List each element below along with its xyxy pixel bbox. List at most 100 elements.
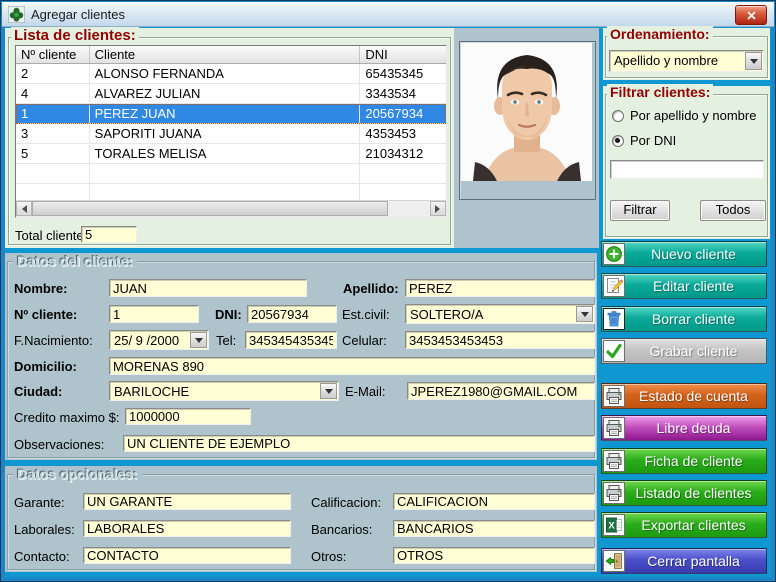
dni-input[interactable]	[247, 305, 337, 323]
check-icon	[605, 342, 623, 360]
nombre-input[interactable]	[109, 279, 307, 297]
lista-title: Lista de clientes:	[11, 27, 139, 44]
app-clover-icon	[8, 6, 25, 23]
grabar-cliente-button[interactable]: Grabar cliente	[601, 338, 767, 364]
credito-label: Credito maximo $:	[14, 410, 119, 425]
calificacion-input[interactable]	[393, 493, 595, 510]
domicilio-label: Domicilio:	[14, 359, 77, 374]
portrait-photo	[461, 43, 592, 181]
radio-por-apellido[interactable]	[612, 110, 624, 122]
apellido-label: Apellido:	[343, 281, 399, 296]
cell-cliente: PEREZ JUAN	[90, 104, 361, 123]
ficha-de-cliente-button[interactable]: Ficha de cliente	[601, 448, 767, 474]
tel-input[interactable]	[245, 331, 337, 349]
laborales-input[interactable]	[83, 520, 291, 537]
printer-icon	[605, 484, 623, 502]
header-num-cliente[interactable]: Nº cliente	[16, 46, 90, 63]
clientes-table: Nº cliente Cliente DNI 2 ALONSO FERNANDA…	[15, 45, 447, 218]
fnacimiento-value: 25/ 9 /2000	[114, 333, 188, 348]
ordenamiento-panel: Ordenamiento: Apellido y nombre	[603, 28, 770, 80]
fnacimiento-dropdown-button[interactable]	[190, 332, 207, 348]
ordenamiento-combobox[interactable]: Apellido y nombre	[609, 50, 764, 72]
otros-label: Otros:	[311, 549, 346, 564]
filtrar-search-input[interactable]	[610, 160, 764, 179]
table-header: Nº cliente Cliente DNI	[16, 46, 446, 64]
contacto-input[interactable]	[83, 547, 291, 564]
table-row[interactable]: 3 SAPORITI JUANA 4353453	[16, 124, 446, 144]
ciudad-combobox[interactable]: BARILOCHE	[109, 381, 339, 401]
cerrar-pantalla-button[interactable]: Cerrar pantalla	[601, 548, 767, 574]
observaciones-label: Observaciones:	[14, 437, 104, 452]
radio-por-dni-label[interactable]: Por DNI	[630, 133, 676, 148]
nuevo-cliente-button[interactable]: Nuevo cliente	[601, 241, 767, 267]
editar-cliente-button[interactable]: Editar cliente	[601, 273, 767, 299]
estcivil-selected-value: SOLTERO/A	[410, 307, 574, 322]
table-row[interactable]: 2 ALONSO FERNANDA 65435345	[16, 64, 446, 84]
horizontal-scrollbar[interactable]	[16, 200, 446, 217]
credito-input[interactable]	[125, 408, 251, 425]
nro-cliente-input[interactable]	[109, 305, 199, 323]
scroll-left-button[interactable]	[16, 201, 32, 216]
arrow-left-icon	[18, 205, 27, 213]
datos-cliente-title: Datos del cliente:	[13, 253, 137, 269]
estado-de-cuenta-button[interactable]: Estado de cuenta	[601, 383, 767, 409]
ciudad-dropdown-button[interactable]	[320, 383, 337, 399]
garante-input[interactable]	[83, 493, 291, 510]
pencil-icon	[605, 277, 623, 295]
nro-cliente-label: Nº cliente:	[14, 307, 77, 322]
fnacimiento-label: F.Nacimiento:	[14, 333, 93, 348]
arrow-right-icon	[435, 205, 444, 213]
garante-label: Garante:	[14, 495, 65, 510]
celular-input[interactable]	[405, 331, 595, 349]
cell-cliente: ALVAREZ JULIAN	[90, 84, 361, 103]
close-icon	[747, 11, 756, 20]
radio-por-apellido-label[interactable]: Por apellido y nombre	[630, 108, 756, 123]
apellido-input[interactable]	[405, 279, 595, 297]
printer-icon	[605, 419, 623, 437]
trash-icon	[605, 310, 623, 328]
exportar-clientes-button[interactable]: X Exportar clientes	[601, 512, 767, 538]
ordenamiento-dropdown-button[interactable]	[745, 52, 762, 70]
bancarios-label: Bancarios:	[311, 522, 372, 537]
cell-num: 5	[16, 144, 90, 163]
estcivil-combobox[interactable]: SOLTERO/A	[405, 304, 595, 324]
laborales-label: Laborales:	[14, 522, 75, 537]
close-button[interactable]	[735, 5, 767, 25]
filtrar-title: Filtrar clientes:	[607, 84, 713, 100]
bancarios-input[interactable]	[393, 520, 595, 537]
table-row[interactable]: 4 ALVAREZ JULIAN 3343534	[16, 84, 446, 104]
scrollbar-thumb[interactable]	[32, 201, 388, 216]
header-dni[interactable]: DNI	[360, 46, 446, 63]
cell-num: 1	[16, 104, 90, 123]
dni-label: DNI:	[215, 307, 242, 322]
cell-cliente: ALONSO FERNANDA	[90, 64, 361, 83]
cell-cliente: SAPORITI JUANA	[90, 124, 361, 143]
domicilio-input[interactable]	[109, 357, 595, 375]
scroll-right-button[interactable]	[430, 201, 446, 216]
contacto-label: Contacto:	[14, 549, 70, 564]
table-row[interactable]: 5 TORALES MELISA 21034312	[16, 144, 446, 164]
ordenamiento-selected-value: Apellido y nombre	[614, 53, 743, 68]
header-cliente[interactable]: Cliente	[90, 46, 361, 63]
todos-button[interactable]: Todos	[700, 200, 766, 221]
nombre-label: Nombre:	[14, 281, 67, 296]
total-clientes-value: 5	[81, 226, 137, 243]
chevron-down-icon	[325, 389, 333, 398]
radio-por-dni[interactable]	[612, 135, 624, 147]
estcivil-label: Est.civil:	[342, 307, 390, 322]
observaciones-input[interactable]	[123, 435, 595, 452]
otros-input[interactable]	[393, 547, 595, 564]
fnacimiento-datepicker[interactable]: 25/ 9 /2000	[109, 330, 209, 350]
libre-deuda-button[interactable]: Libre deuda	[601, 415, 767, 441]
estcivil-dropdown-button[interactable]	[576, 306, 593, 322]
borrar-cliente-button[interactable]: Borrar cliente	[601, 306, 767, 332]
email-input[interactable]	[407, 382, 595, 400]
titlebar[interactable]: Agregar clientes	[2, 2, 774, 27]
datos-cliente-section: Datos del cliente: Nombre: Apellido: Nº …	[5, 253, 597, 460]
cell-num: 3	[16, 124, 90, 143]
cell-dni: 21034312	[360, 144, 446, 163]
cell-num: 2	[16, 64, 90, 83]
filtrar-button[interactable]: Filtrar	[610, 200, 670, 221]
table-row-selected[interactable]: 1 PEREZ JUAN 20567934	[16, 104, 446, 124]
listado-de-clientes-button[interactable]: Listado de clientes	[601, 480, 767, 506]
